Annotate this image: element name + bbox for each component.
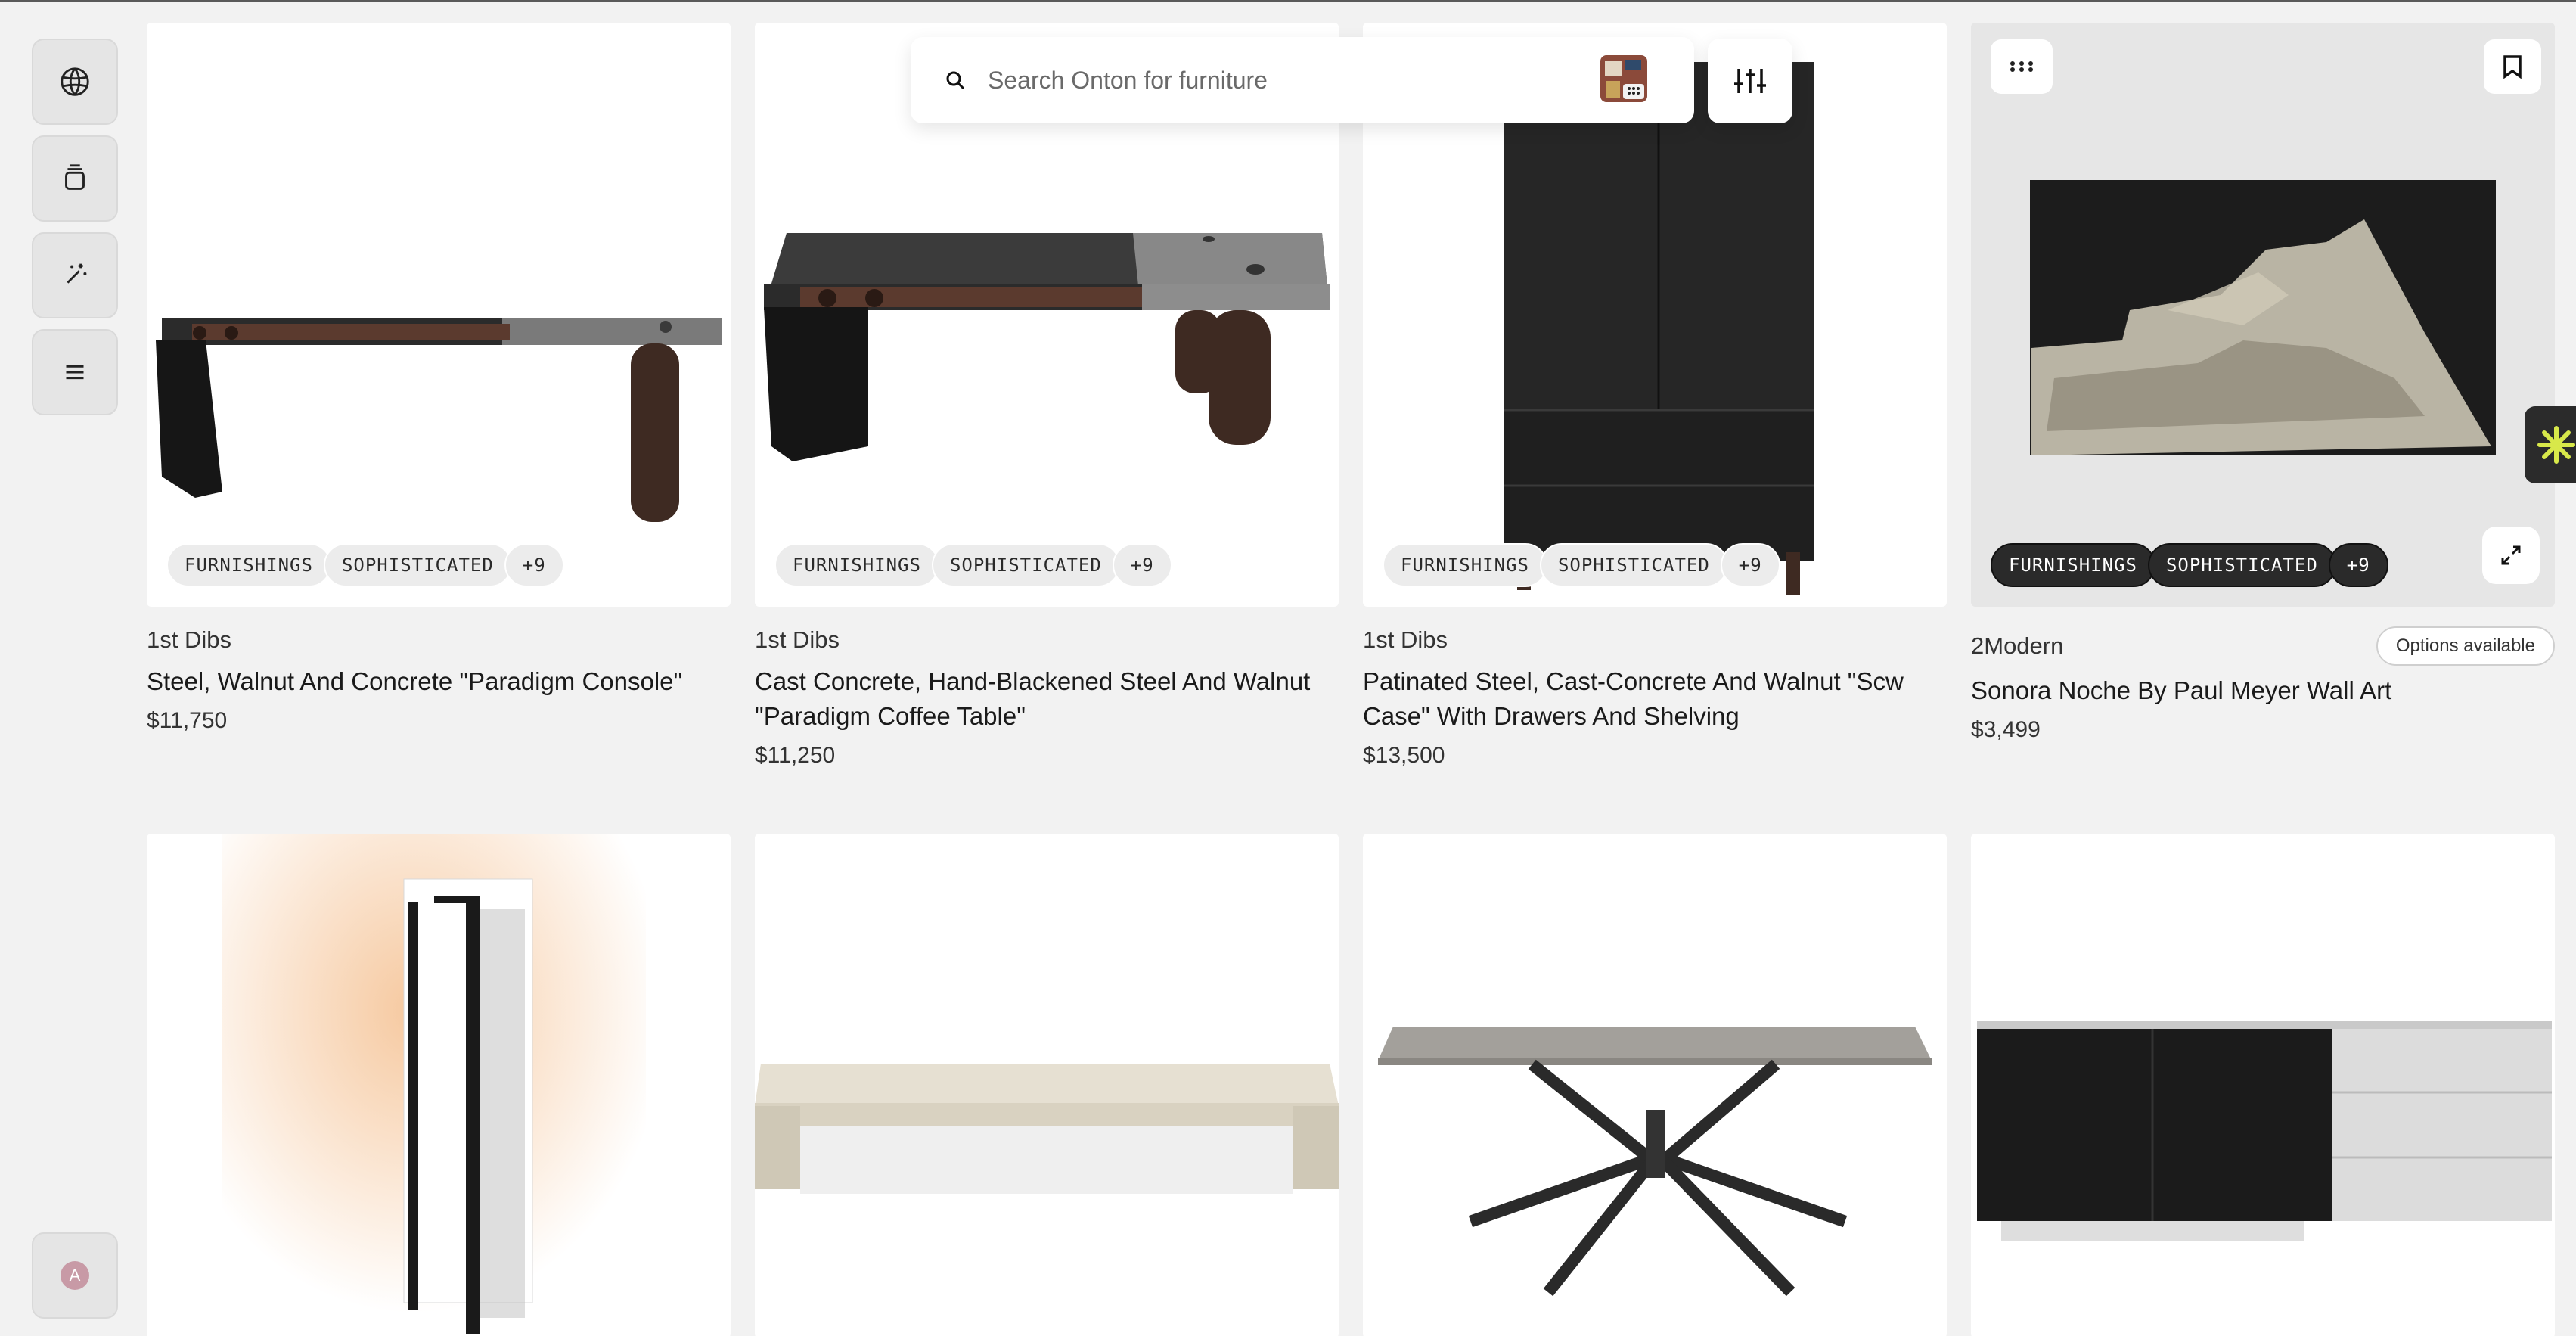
save-button[interactable] xyxy=(2484,39,2541,94)
product-image[interactable] xyxy=(147,834,731,1336)
tag-group: FURNISHINGS SOPHISTICATED +9 xyxy=(774,543,1172,587)
sidebar-item-magic[interactable] xyxy=(32,232,118,318)
product-card[interactable]: FURNISHINGS SOPHISTICATED +9 1st Dibs Ca… xyxy=(755,23,1339,769)
product-title[interactable]: Steel, Walnut And Concrete "Paradigm Con… xyxy=(147,664,731,699)
search-input[interactable] xyxy=(988,66,1532,95)
wall-sconce-image xyxy=(222,834,646,1336)
console-table-image xyxy=(156,318,722,522)
tag-more[interactable]: +9 xyxy=(1112,543,1172,587)
tag-group: FURNISHINGS SOPHISTICATED +9 xyxy=(1991,543,2388,587)
product-title[interactable]: Patinated Steel, Cast-Concrete And Walnu… xyxy=(1363,664,1947,734)
bookmark-icon xyxy=(2503,55,2522,79)
tag[interactable]: FURNISHINGS xyxy=(166,543,331,587)
product-brand: 1st Dibs xyxy=(1363,626,1448,653)
more-options-button[interactable] xyxy=(1991,39,2053,94)
magic-wand-icon xyxy=(67,263,87,284)
search-icon xyxy=(946,71,965,90)
product-title[interactable]: Cast Concrete, Hand-Blackened Steel And … xyxy=(755,664,1339,734)
product-card[interactable] xyxy=(1363,834,1947,1336)
tag[interactable]: SOPHISTICATED xyxy=(323,543,512,587)
dining-table-image xyxy=(1378,1027,1932,1297)
tag[interactable]: FURNISHINGS xyxy=(1383,543,1547,587)
product-image[interactable]: FURNISHINGS SOPHISTICATED +9 xyxy=(1971,23,2555,607)
tag[interactable]: FURNISHINGS xyxy=(1991,543,2155,587)
tag[interactable]: SOPHISTICATED xyxy=(931,543,1120,587)
product-card[interactable]: FURNISHINGS SOPHISTICATED +9 1st Dibs Pa… xyxy=(1363,23,1947,769)
product-price: $11,750 xyxy=(147,708,228,733)
asterisk-icon xyxy=(2537,426,2575,464)
options-available-badge[interactable]: Options available xyxy=(2376,626,2555,666)
product-card[interactable] xyxy=(1971,834,2555,1336)
tag-group: FURNISHINGS SOPHISTICATED +9 xyxy=(166,543,564,587)
product-image[interactable]: FURNISHINGS SOPHISTICATED +9 xyxy=(147,23,731,607)
dots-grid-icon xyxy=(2010,61,2033,72)
product-brand: 1st Dibs xyxy=(147,626,231,653)
tag[interactable]: FURNISHINGS xyxy=(774,543,939,587)
product-price: $13,500 xyxy=(1363,743,1445,768)
sliders-icon xyxy=(1734,69,1766,93)
visual-search-thumbnail[interactable] xyxy=(1600,55,1647,102)
filters-button[interactable] xyxy=(1708,39,1792,123)
sidebar xyxy=(32,39,118,426)
tag-more[interactable]: +9 xyxy=(1720,543,1780,587)
tag-more[interactable]: +9 xyxy=(504,543,564,587)
stack-icon xyxy=(65,164,85,190)
search-bar xyxy=(911,37,1694,123)
expand-icon xyxy=(2501,545,2521,565)
tag-more[interactable]: +9 xyxy=(2328,543,2388,587)
globe-icon xyxy=(61,67,89,96)
avatar: A xyxy=(61,1261,89,1290)
tag[interactable]: SOPHISTICATED xyxy=(1539,543,1728,587)
account-button[interactable]: A xyxy=(32,1232,118,1319)
sidebar-item-collections[interactable] xyxy=(32,135,118,222)
tag-group: FURNISHINGS SOPHISTICATED +9 xyxy=(1383,543,1780,587)
assistant-button[interactable] xyxy=(2525,406,2576,483)
product-card[interactable]: FURNISHINGS SOPHISTICATED +9 2Modern Opt… xyxy=(1971,23,2555,743)
wall-art-image xyxy=(2030,180,2496,455)
sidebar-item-explore[interactable] xyxy=(32,39,118,125)
product-title[interactable]: Sonora Noche By Paul Meyer Wall Art xyxy=(1971,673,2555,708)
product-card[interactable] xyxy=(147,834,731,1336)
product-price: $3,499 xyxy=(1971,717,2041,742)
credenza-image xyxy=(1977,1021,2552,1241)
product-brand: 2Modern xyxy=(1971,632,2064,659)
stone-bench-image xyxy=(755,1064,1339,1194)
product-card[interactable]: FURNISHINGS SOPHISTICATED +9 1st Dibs St… xyxy=(147,23,731,734)
product-image[interactable] xyxy=(1363,834,1947,1336)
product-image[interactable] xyxy=(755,834,1339,1336)
product-image[interactable] xyxy=(1971,834,2555,1336)
tag[interactable]: SOPHISTICATED xyxy=(2147,543,2336,587)
product-card[interactable] xyxy=(755,834,1339,1336)
sidebar-item-menu[interactable] xyxy=(32,329,118,415)
menu-icon xyxy=(66,365,84,380)
product-brand: 1st Dibs xyxy=(755,626,840,653)
image-thumbnail-icon xyxy=(1600,55,1647,102)
product-price: $11,250 xyxy=(755,743,836,768)
expand-button[interactable] xyxy=(2482,527,2540,584)
